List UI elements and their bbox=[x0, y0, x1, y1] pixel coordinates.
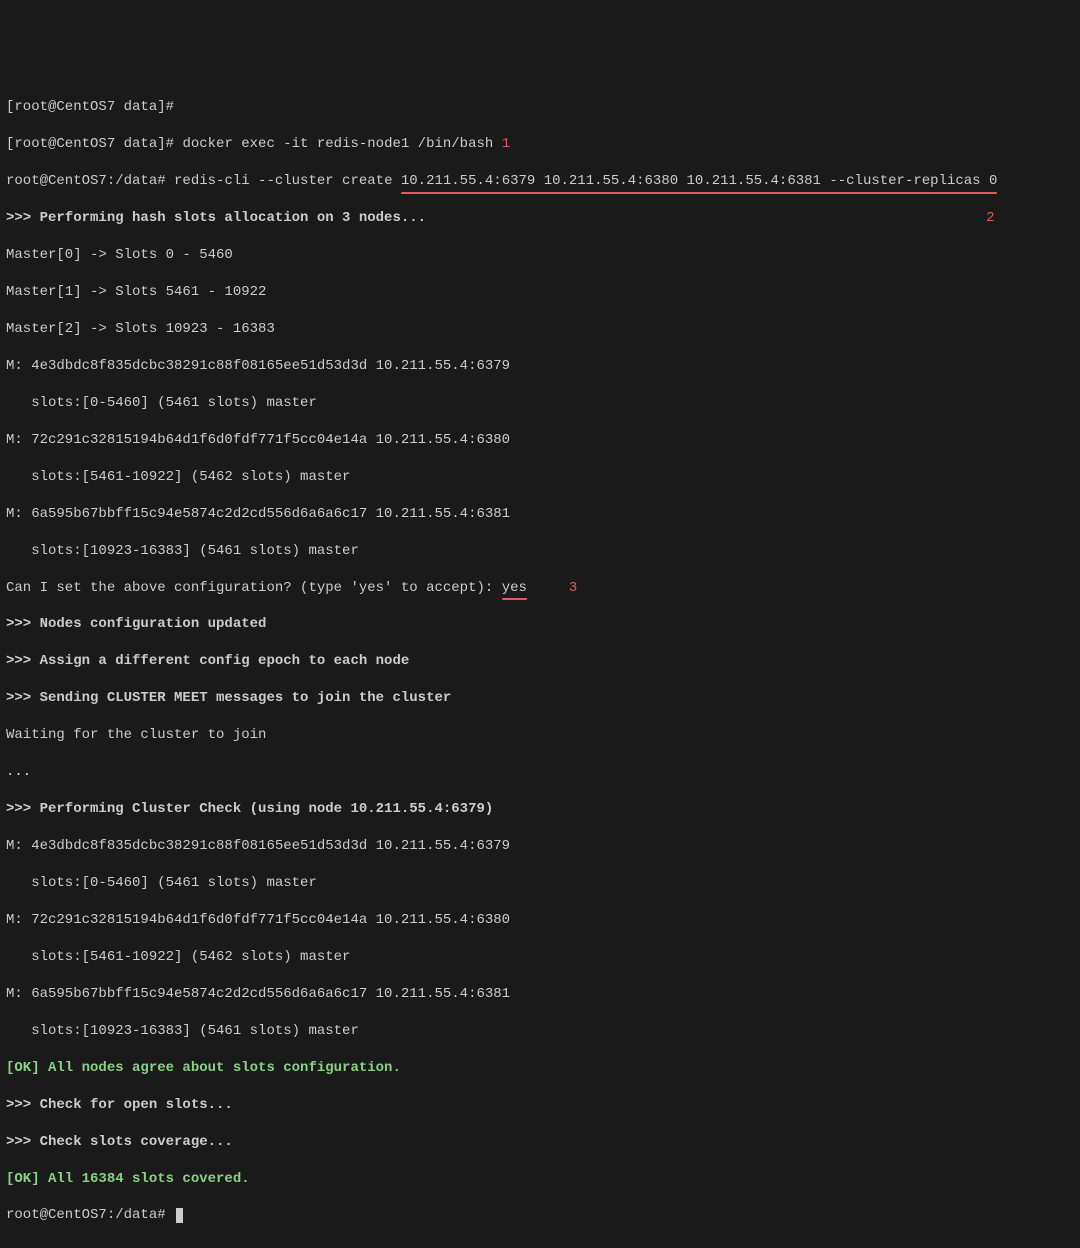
output-line: slots:[10923-16383] (5461 slots) master bbox=[6, 542, 1074, 560]
annotation-3: 3 bbox=[569, 580, 577, 596]
terminal-output[interactable]: [root@CentOS7 data]# [root@CentOS7 data]… bbox=[6, 80, 1074, 1244]
output-line: M: 72c291c32815194b64d1f6d0fdf771f5cc04e… bbox=[6, 431, 1074, 449]
prompt: root@CentOS7:/data# bbox=[6, 173, 174, 189]
status-ok-slots-config: [OK] All nodes agree about slots configu… bbox=[6, 1059, 1074, 1077]
cursor-icon bbox=[176, 1208, 183, 1223]
heading-cluster-check: >>> Performing Cluster Check (using node… bbox=[6, 800, 1074, 818]
status-ok-slots-covered: [OK] All 16384 slots covered. bbox=[6, 1170, 1074, 1188]
output-line: Master[0] -> Slots 0 - 5460 bbox=[6, 246, 1074, 264]
heading-open-slots: >>> Check for open slots... bbox=[6, 1096, 1074, 1114]
command-text: docker exec -it redis-node1 /bin/bash bbox=[182, 136, 493, 152]
output-line: slots:[5461-10922] (5462 slots) master bbox=[6, 948, 1074, 966]
command-text: redis-cli --cluster create bbox=[174, 173, 401, 189]
output-line: M: 6a595b67bbff15c94e5874c2d2cd556d6a6a6… bbox=[6, 985, 1074, 1003]
heading-nodes-updated: >>> Nodes configuration updated bbox=[6, 615, 1074, 633]
output-line: slots:[0-5460] (5461 slots) master bbox=[6, 394, 1074, 412]
output-line: M: 6a595b67bbff15c94e5874c2d2cd556d6a6a6… bbox=[6, 505, 1074, 523]
output-line: Waiting for the cluster to join bbox=[6, 726, 1074, 744]
heading-slots-alloc: >>> Performing hash slots allocation on … bbox=[6, 209, 1074, 227]
prompt-line: [root@CentOS7 data]# bbox=[6, 98, 1074, 116]
user-input-yes: yes bbox=[502, 579, 527, 597]
prompt-confirmation: Can I set the above configuration? (type… bbox=[6, 579, 1074, 597]
output-line: M: 72c291c32815194b64d1f6d0fdf771f5cc04e… bbox=[6, 911, 1074, 929]
output-line: M: 4e3dbdc8f835dcbc38291c88f08165ee51d53… bbox=[6, 357, 1074, 375]
annotation-1: 1 bbox=[493, 136, 510, 152]
heading-cluster-meet: >>> Sending CLUSTER MEET messages to joi… bbox=[6, 689, 1074, 707]
output-line: slots:[5461-10922] (5462 slots) master bbox=[6, 468, 1074, 486]
output-line: slots:[10923-16383] (5461 slots) master bbox=[6, 1022, 1074, 1040]
heading-assign-epoch: >>> Assign a different config epoch to e… bbox=[6, 652, 1074, 670]
output-line: ... bbox=[6, 763, 1074, 781]
heading-slots-coverage: >>> Check slots coverage... bbox=[6, 1133, 1074, 1151]
prompt: [root@CentOS7 data]# bbox=[6, 136, 182, 152]
prompt: root@CentOS7:/data# bbox=[6, 1207, 174, 1223]
annotation-2: 2 bbox=[986, 210, 994, 226]
cmd-redis-cli: root@CentOS7:/data# redis-cli --cluster … bbox=[6, 172, 1074, 190]
output-line: slots:[0-5460] (5461 slots) master bbox=[6, 874, 1074, 892]
output-line: Master[1] -> Slots 5461 - 10922 bbox=[6, 283, 1074, 301]
output-line: M: 4e3dbdc8f835dcbc38291c88f08165ee51d53… bbox=[6, 837, 1074, 855]
annotated-cluster-nodes: 10.211.55.4:6379 10.211.55.4:6380 10.211… bbox=[401, 172, 998, 190]
prompt-line: root@CentOS7:/data# bbox=[6, 1206, 1074, 1224]
cmd-docker-exec: [root@CentOS7 data]# docker exec -it red… bbox=[6, 135, 1074, 153]
output-line: Master[2] -> Slots 10923 - 16383 bbox=[6, 320, 1074, 338]
